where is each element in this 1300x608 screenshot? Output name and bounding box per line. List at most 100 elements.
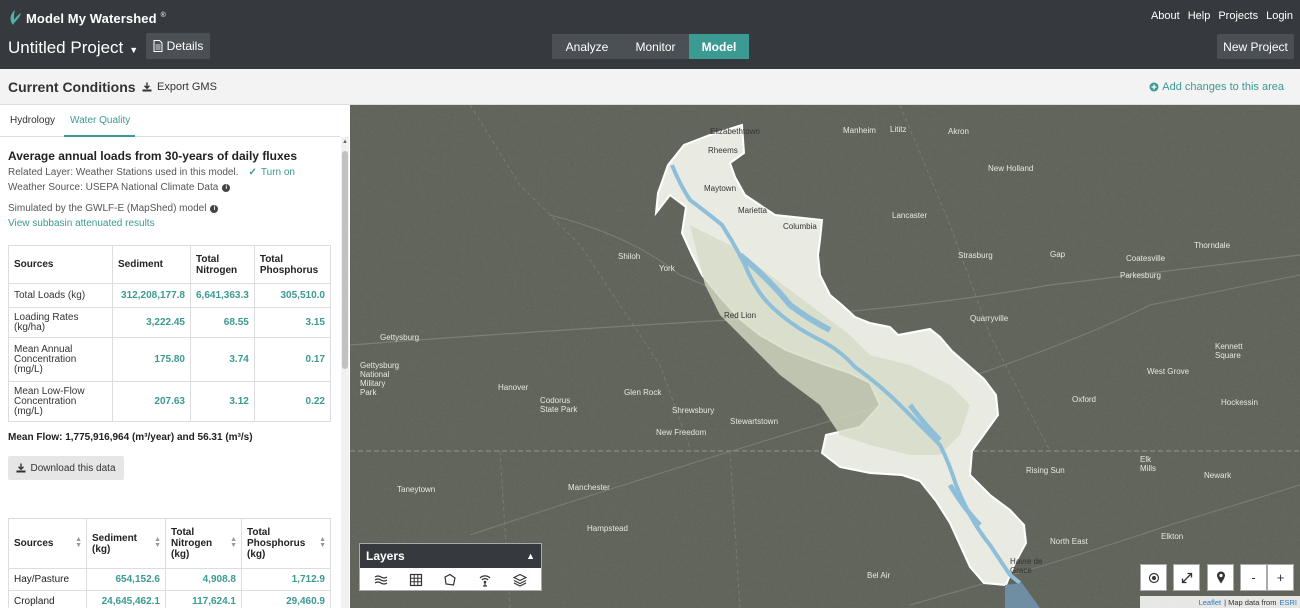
registered-mark: ® <box>160 11 166 19</box>
tab-monitor[interactable]: Monitor <box>622 34 689 59</box>
map-place-label: New Freedom <box>656 428 707 437</box>
col-header: Sources <box>8 245 113 284</box>
cell-value: 207.63 <box>112 381 191 422</box>
map-place-label: York <box>659 264 675 273</box>
col-header-label: Total Nitrogen <box>196 253 238 276</box>
mean-flow: Mean Flow: 1,775,916,964 (m³/year) and 5… <box>8 432 253 443</box>
col-header-label: Total Nitrogen (kg) <box>171 527 213 560</box>
monitoring-layer-icon[interactable] <box>478 573 492 587</box>
tab-hydrology[interactable]: Hydrology <box>0 105 60 137</box>
info-icon[interactable]: i <box>210 204 219 213</box>
turn-on-link[interactable]: ✓ Turn on <box>249 166 295 179</box>
sortable-col-header[interactable]: Total Phosphorus (kg) ▲ ▼ <box>241 518 331 569</box>
leaflet-link[interactable]: Leaflet <box>1199 598 1222 607</box>
sortable-col-header[interactable]: Sources ▲ ▼ <box>8 518 87 569</box>
export-gms-button[interactable]: Export GMS <box>142 81 217 93</box>
help-link[interactable]: Help <box>1188 10 1211 22</box>
tab-model-label: Model <box>701 39 737 54</box>
scroll-up-icon[interactable]: ▲ <box>342 139 348 145</box>
add-changes-link[interactable]: Add changes to this area <box>1149 81 1284 93</box>
add-changes-label: Add changes to this area <box>1162 81 1284 93</box>
about-link[interactable]: About <box>1151 10 1180 22</box>
info-icon[interactable]: i <box>222 183 231 192</box>
map-canvas[interactable]: Elizabethtown Rheems Manheim Lititz Akro… <box>350 105 1300 608</box>
sidebar-scrollbar[interactable]: ▲ <box>341 137 349 608</box>
map-place-label: Rheems <box>708 146 738 155</box>
download-icon <box>142 82 152 92</box>
row-label: Hay/Pasture <box>8 568 87 591</box>
map-place-label: Gap <box>1050 250 1066 259</box>
sortable-col-header[interactable]: Sediment (kg) ▲ ▼ <box>86 518 166 569</box>
cell-value: 4,908.8 <box>165 568 242 591</box>
map-place-label: Hockessin <box>1221 398 1258 407</box>
cell-value: 3,222.45 <box>112 307 191 338</box>
tab-analyze[interactable]: Analyze <box>552 34 622 59</box>
cell-value: 305,510.0 <box>253 283 332 308</box>
map-attribution: Leaflet | Map data from ESRI <box>1140 596 1300 608</box>
streams-layer-icon[interactable] <box>374 573 388 587</box>
table-header-row: Sources ▲ ▼ Sediment (kg) ▲ ▼ Total Nitrogen… <box>8 518 331 569</box>
related-layer-row: Related Layer: Weather Stations used in … <box>8 166 333 179</box>
locate-me-button[interactable] <box>1140 564 1167 591</box>
boundary-layer-icon[interactable] <box>443 573 457 587</box>
zoom-in-button[interactable]: + <box>1267 564 1294 591</box>
table-row: Total Loads (kg) 312,208,177.8 6,641,363… <box>8 283 332 308</box>
map-pin-icon <box>1216 571 1225 584</box>
tab-model[interactable]: Model <box>689 34 749 59</box>
col-header-label: Sources <box>14 538 54 549</box>
top-navbar: Model My Watershed ® About Help Projects… <box>0 0 1300 69</box>
row-label-text: Mean Annual Concentration (mg/L) <box>14 343 77 375</box>
table-header-row: Sources Sediment Total Nitrogen Total Ph… <box>8 245 332 284</box>
plus-circle-icon <box>1149 82 1159 92</box>
cell-value: 117,624.1 <box>165 590 242 608</box>
map-place-label: Marietta <box>738 206 767 215</box>
table-row: Hay/Pasture 654,152.6 4,908.8 1,712.9 <box>8 568 331 591</box>
fullscreen-button[interactable] <box>1173 564 1200 591</box>
subbasin-results-link[interactable]: View subbasin attenuated results <box>8 217 333 230</box>
leaf-logo-icon <box>10 10 21 25</box>
cell-value: 0.22 <box>253 381 332 422</box>
basemap-layers-icon[interactable] <box>512 573 527 587</box>
download-data-button[interactable]: Download this data <box>8 456 124 480</box>
table-row: Mean Annual Concentration (mg/L) 175.80 … <box>8 337 332 382</box>
map-place-label: Codorus State Park <box>540 396 578 414</box>
new-project-button[interactable]: New Project <box>1217 34 1294 59</box>
sortable-col-header[interactable]: Total Nitrogen (kg) ▲ ▼ <box>165 518 242 569</box>
brand-name: Model My Watershed <box>26 10 157 26</box>
cell-value: 29,460.9 <box>241 590 331 608</box>
cell-value: 3.74 <box>190 337 255 382</box>
mode-tabs: Analyze Monitor Model <box>552 34 749 59</box>
chevron-up-icon[interactable]: ▲ <box>526 551 535 561</box>
export-label: Export GMS <box>157 81 217 93</box>
map-place-label: Elk Mills <box>1140 455 1156 473</box>
col-header-label: Sediment (kg) <box>92 532 138 555</box>
grid-layer-icon[interactable] <box>409 573 423 587</box>
tab-water-quality[interactable]: Water Quality <box>64 105 136 137</box>
row-label: Mean Annual Concentration (mg/L) <box>8 337 113 382</box>
map-place-label: Manchester <box>568 483 610 492</box>
map-place-label: North East <box>1050 537 1088 546</box>
map-place-label: Thorndale <box>1194 241 1231 250</box>
download-label: Download this data <box>30 462 116 474</box>
weather-source-row: Weather Source: USEPA National Climate D… <box>8 181 333 194</box>
scroll-thumb[interactable] <box>342 151 348 369</box>
esri-link[interactable]: ESRI <box>1279 598 1297 607</box>
project-name-dropdown[interactable]: Untitled Project ▼ <box>8 38 138 58</box>
map-place-label: Shrewsbury <box>672 406 715 415</box>
row-label: Mean Low-Flow Concentration (mg/L) <box>8 381 113 422</box>
zoom-out-button[interactable]: - <box>1240 564 1267 591</box>
sort-icon: ▲ ▼ <box>230 536 237 549</box>
login-link[interactable]: Login <box>1266 10 1293 22</box>
cell-value: 68.55 <box>190 307 255 338</box>
top-links: About Help Projects Login <box>1151 10 1293 22</box>
projects-link[interactable]: Projects <box>1218 10 1258 22</box>
place-marker-button[interactable] <box>1207 564 1234 591</box>
layers-panel: Layers ▲ <box>359 543 542 591</box>
details-button[interactable]: Details <box>146 33 210 59</box>
brand[interactable]: Model My Watershed ® <box>8 9 166 27</box>
layers-panel-header[interactable]: Layers ▲ <box>360 544 541 568</box>
summary-table: Sources Sediment Total Nitrogen Total Ph… <box>8 245 332 422</box>
map-place-label: Rising Sun <box>1026 466 1065 475</box>
simulated-by-row: Simulated by the GWLF-E (MapShed) model … <box>8 202 333 215</box>
col-header: Total Nitrogen <box>190 245 255 284</box>
